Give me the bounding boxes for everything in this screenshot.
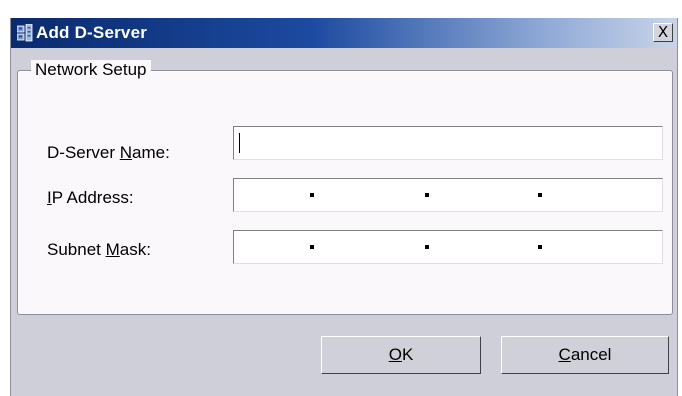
text-caret (239, 133, 240, 153)
ip-separator-dot (538, 245, 542, 249)
close-icon: X (657, 23, 669, 41)
network-server-icon (16, 23, 33, 42)
d-server-name-mnemonic: N (119, 143, 133, 162)
cancel-mnemonic: C (558, 345, 571, 364)
ip-address-label: IP Address: (47, 188, 134, 208)
ip-separator-dot (538, 193, 542, 197)
d-server-name-field[interactable] (233, 126, 663, 160)
dialog-title: Add D-Server (36, 23, 148, 42)
ip-separator-dot (425, 193, 429, 197)
ip-address-field[interactable] (233, 178, 663, 212)
ip-separator-dot (425, 245, 429, 249)
d-server-name-label: D-Server Name: (47, 143, 170, 163)
subnet-mask-mnemonic: M (105, 240, 120, 259)
title-bar[interactable]: Add D-Server X (11, 18, 677, 48)
cancel-label-rest: ancel (570, 345, 612, 364)
subnet-mask-label: Subnet Mask: (47, 240, 151, 260)
ok-button[interactable]: OK (321, 336, 481, 374)
subnet-mask-label-post: ask: (119, 240, 151, 259)
ip-address-label-post: P Address: (51, 188, 134, 207)
ok-label-rest: K (401, 345, 414, 364)
ip-separator-dot (310, 245, 314, 249)
subnet-mask-field[interactable] (233, 230, 663, 264)
close-button[interactable]: X (653, 23, 673, 42)
d-server-name-label-pre: D-Server (47, 143, 120, 162)
d-server-name-label-post: ame: (132, 143, 170, 162)
cancel-button[interactable]: Cancel (501, 336, 669, 374)
subnet-mask-label-pre: Subnet (47, 240, 106, 259)
ip-separator-dot (310, 193, 314, 197)
network-setup-legend: Network Setup (31, 60, 151, 80)
add-d-server-dialog: Add D-Server X Network Setup D-Server Na… (10, 18, 678, 396)
ok-mnemonic: O (388, 345, 402, 364)
